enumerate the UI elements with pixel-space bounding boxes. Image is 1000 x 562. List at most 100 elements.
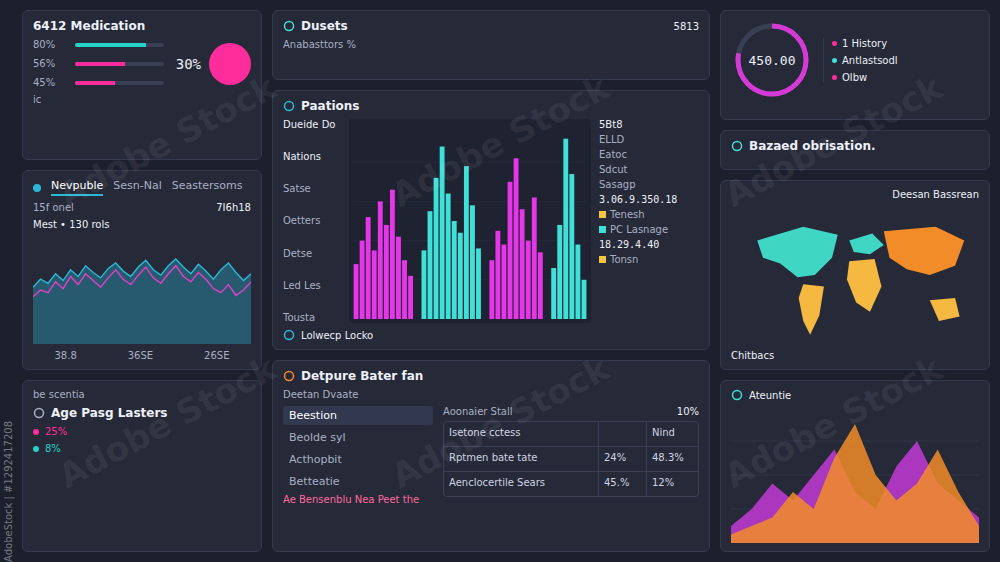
status-dot [33, 184, 41, 192]
header-panel: Dusets5813Anabasttors % [272, 10, 710, 80]
side-menu: Beestion Beolde syl Acthopbit Betteatie Ae B… [283, 406, 433, 505]
map-panel: Deesan BassreanChitbacs [720, 180, 990, 370]
table-row: Rptmen bate tate24%48.3% [444, 447, 698, 472]
meter-fill [75, 43, 146, 47]
chart-bar [476, 248, 481, 319]
list-item[interactable]: Antlastsodl [832, 55, 979, 66]
chart-bar [402, 260, 407, 319]
history-list: 1 History Antlastsodl Olbw [823, 38, 979, 83]
gauge-panel: 450.001 HistoryAntlastsodlOlbw [720, 10, 990, 120]
table-row: Aenclocertile Sears45.%12% [444, 472, 698, 496]
meter-fill [75, 81, 115, 85]
chart-bar [354, 264, 359, 319]
pie-label: 30% [176, 56, 201, 72]
info-icon [731, 140, 743, 152]
table-cell: 48.3% [646, 447, 698, 471]
tab[interactable]: Nevpuble [51, 179, 103, 196]
dashboard: 6412 Medication80%56%45%30%icNevpubleSes… [0, 0, 1000, 562]
menu-item[interactable]: Betteatie [283, 472, 433, 491]
area-chart [731, 407, 979, 543]
chart-bar [563, 139, 568, 319]
chart-bar [508, 182, 513, 319]
chart-bar [384, 225, 389, 319]
chart-bar [440, 147, 445, 319]
map-region [799, 284, 824, 335]
age-panel: be scentiaAge Pasg Lasters25%8% [22, 380, 262, 552]
legend-item: PC Lasnage [599, 224, 699, 235]
meter-row: 45% [33, 77, 164, 88]
list-item[interactable]: 1 History [832, 38, 979, 49]
power-icon [283, 329, 295, 341]
watermark-text: Adobe Stock [385, 347, 616, 495]
chart-bar [464, 166, 469, 319]
left-column: 6412 Medication80%56%45%30%icNevpubleSes… [22, 10, 262, 552]
chart-icon [283, 100, 295, 112]
meter-row: 56% [33, 58, 164, 69]
age-row: 8% [33, 443, 251, 454]
chart-bar [458, 233, 463, 319]
chart-footer: Lolwecp Locko [283, 329, 699, 341]
chart-bar [378, 201, 383, 319]
bar-chart-panel: PaationsDueide DoNationsSatseOettersDets… [272, 90, 710, 350]
chart-bar [452, 221, 457, 319]
menu-item[interactable]: Beolde syl [283, 428, 433, 447]
chart-bar [575, 245, 580, 319]
chart-legend: Mest • 130 rols [33, 219, 251, 230]
chart-bar [582, 280, 587, 319]
watermark-text: Adobe Stock [718, 347, 949, 495]
chart-bar [569, 174, 574, 319]
meter-track [75, 81, 164, 85]
chart-bar [538, 252, 543, 319]
watermark-text: Adobe Stock [718, 66, 949, 214]
chart-ticks: 38.836SE26SE [33, 350, 251, 361]
chart-series [33, 259, 251, 344]
chart-icon [731, 389, 743, 401]
chart-bar [390, 190, 395, 319]
right-column: 450.001 HistoryAntlastsodlOlbwBazaed obr… [720, 10, 990, 552]
meter-track [75, 43, 164, 47]
world-map [731, 206, 979, 344]
chart-bar [557, 225, 562, 319]
table-row: Isetone cctessNind [444, 422, 698, 447]
menu-item[interactable]: Beestion [283, 406, 433, 425]
chart-side: 5Bt8ELLDEatocSdcutSasagp3.06.9.350.18Ten… [599, 119, 699, 323]
legend-item: Tonsn [599, 254, 699, 265]
chart-bar [502, 245, 507, 319]
middle-column: Dusets5813Anabasttors % PaationsDueide Do… [272, 10, 710, 552]
chart-bar [470, 205, 475, 319]
list-item[interactable]: Olbw [832, 72, 979, 83]
chart-bar [520, 209, 525, 319]
table-cell: Aenclocertile Sears [444, 472, 598, 496]
stock-id: AdobeStock | #1292417208 [3, 0, 14, 562]
table-panel: Detpure Bater fanDeetan DvaateBeestionBe… [272, 360, 710, 552]
chart-bar [495, 231, 500, 319]
watermark-text: Adobe Stock [385, 66, 616, 214]
tab[interactable]: Sesn-Nal [113, 179, 161, 196]
tab[interactable]: Seastersoms [172, 179, 243, 196]
map-region [884, 227, 965, 275]
y-axis: Dueide DoNationsSatseOettersDetseLed Les… [283, 119, 341, 323]
chart-bar [422, 250, 427, 319]
map-region [757, 227, 838, 278]
watermark-text: Adobe Stock [51, 66, 282, 214]
meter-fill [75, 62, 125, 66]
menu-item[interactable]: Acthopbit [283, 450, 433, 469]
chart-bar [428, 211, 433, 319]
ring-icon [283, 370, 295, 382]
cut-title: be scentia [33, 389, 251, 400]
table-cell: Rptmen bate tate [444, 447, 598, 471]
chart-area [731, 424, 979, 543]
chart-bar [551, 268, 556, 319]
notice-panel: Bazaed obrisation. [720, 130, 990, 170]
trend-tabs: Nevpuble Sesn-Nal Seastersoms [33, 179, 251, 196]
chart-bar [489, 260, 494, 319]
stat-value: 3.06.9.350.18 [599, 194, 699, 205]
meter-row: 80% [33, 39, 164, 50]
data-table: Isetone cctessNindRptmen bate tate24%48.… [443, 421, 699, 497]
pie-chart [209, 43, 251, 85]
menu-note: Ae Bensenblu Nea Peet the [283, 494, 433, 505]
map-region [849, 234, 884, 255]
legend-item: Tenesh [599, 209, 699, 220]
chart-bar [396, 237, 401, 319]
meter-track [75, 62, 164, 66]
